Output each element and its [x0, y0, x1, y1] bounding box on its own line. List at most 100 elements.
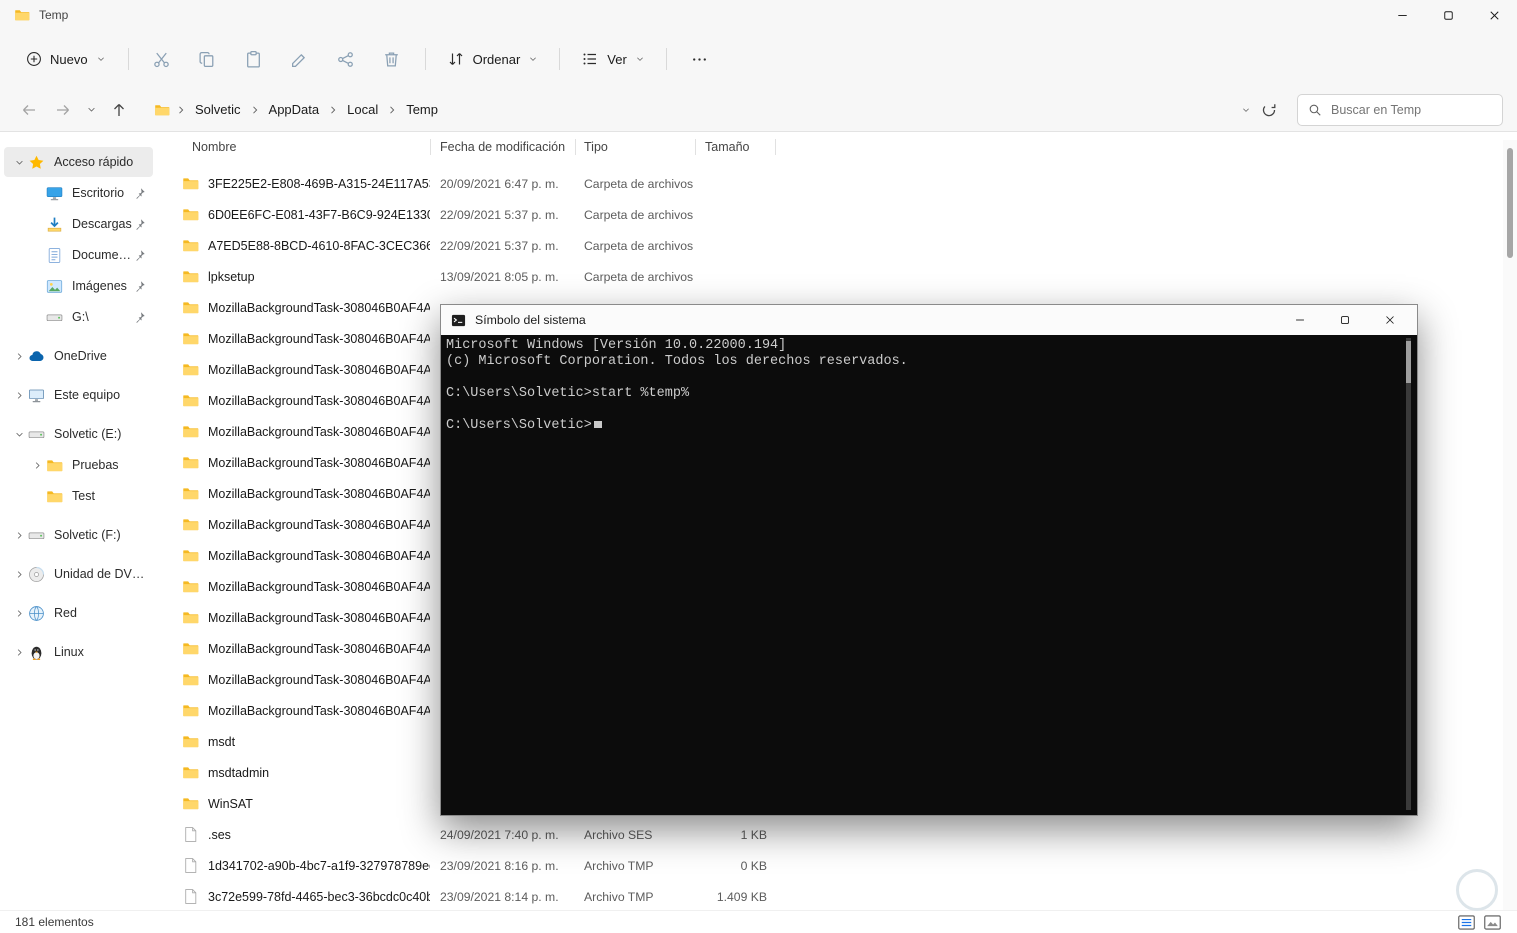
column-header-tipo[interactable]: Tipo — [575, 132, 695, 162]
copy-button[interactable] — [185, 41, 231, 77]
up-button[interactable] — [102, 94, 136, 126]
close-button[interactable] — [1471, 0, 1517, 30]
file-name-cell: MozillaBackgroundTask-308046B0AF4A3... — [157, 385, 430, 416]
computer-icon — [28, 387, 45, 404]
sidebar-item-este-equipo[interactable]: Este equipo — [4, 380, 153, 410]
sidebar-item-label: Linux — [54, 645, 84, 659]
cmd-scrollbar-track[interactable] — [1406, 338, 1411, 810]
sidebar-item-onedrive[interactable]: OneDrive — [4, 341, 153, 371]
chevron-right-icon[interactable] — [28, 458, 46, 472]
view-button[interactable]: Ver — [570, 42, 656, 76]
file-name: MozillaBackgroundTask-308046B0AF4A3... — [208, 579, 430, 594]
sidebar-item-pruebas[interactable]: Pruebas — [4, 450, 153, 480]
column-header-fecha[interactable]: Fecha de modificación — [430, 132, 575, 162]
folder-icon — [182, 330, 199, 347]
cmd-window-controls — [1282, 305, 1417, 335]
desktop-icon — [46, 185, 63, 202]
cmd-maximize-button[interactable] — [1327, 305, 1372, 335]
search-input[interactable] — [1331, 102, 1492, 117]
chevron-down-icon[interactable] — [10, 155, 28, 169]
sidebar-item-escritorio[interactable]: Escritorio — [4, 178, 153, 208]
chevron-right-icon[interactable] — [10, 528, 28, 542]
file-row[interactable]: .ses 24/09/2021 7:40 p. m. Archivo SES 1 KB — [157, 819, 1503, 850]
scrollbar-thumb[interactable] — [1507, 148, 1513, 258]
cmd-title-bar[interactable]: Símbolo del sistema — [441, 305, 1417, 335]
sidebar-item-linux[interactable]: Linux — [4, 637, 153, 667]
sidebar-item-unidad-de-dvd-d[interactable]: Unidad de DVD (D:) — [4, 559, 153, 589]
chevron-placeholder — [28, 310, 46, 324]
new-button-label: Nuevo — [50, 51, 88, 67]
minimize-button[interactable] — [1379, 0, 1425, 30]
back-button[interactable] — [12, 94, 46, 126]
file-size: 0 KB — [740, 858, 767, 873]
maximize-button[interactable] — [1425, 0, 1471, 30]
chevron-right-icon[interactable] — [10, 349, 28, 363]
chevron-right-icon[interactable] — [10, 388, 28, 402]
sidebar-item-documentos[interactable]: Documentos — [4, 240, 153, 270]
file-name: 3c72e599-78fd-4465-bec3-36bcdc0c40b2... — [208, 889, 430, 904]
cmd-minimize-button[interactable] — [1282, 305, 1327, 335]
forward-button[interactable] — [46, 94, 80, 126]
column-header-nombre[interactable]: Nombre — [157, 132, 430, 162]
cmd-console[interactable]: Microsoft Windows [Versión 10.0.22000.19… — [441, 335, 1417, 815]
more-options-button[interactable] — [677, 41, 723, 77]
drive-icon — [28, 426, 45, 443]
file-row[interactable]: 1d341702-a90b-4bc7-a1f9-327978789ec3... 2… — [157, 850, 1503, 881]
file-date: 13/09/2021 8:05 p. m. — [440, 269, 559, 284]
sidebar-item-solvetic-f[interactable]: Solvetic (F:) — [4, 520, 153, 550]
refresh-button[interactable] — [1261, 102, 1277, 118]
sidebar-item-g[interactable]: G:\ — [4, 302, 153, 332]
cmd-console-text: Microsoft Windows [Versión 10.0.22000.19… — [446, 338, 1399, 434]
file-explorer-window: Temp Nuevo Ordenar Ver Solvetic AppData … — [0, 0, 1517, 933]
folder-icon — [182, 547, 199, 564]
pictures-icon — [46, 278, 63, 295]
search-box[interactable] — [1297, 93, 1503, 126]
chevron-right-icon[interactable] — [10, 606, 28, 620]
sidebar-item-test[interactable]: Test — [4, 481, 153, 511]
breadcrumb-item-local[interactable]: Local — [340, 98, 385, 121]
cut-button[interactable] — [139, 41, 185, 77]
file-row[interactable]: lpksetup 13/09/2021 8:05 p. m. Carpeta de … — [157, 261, 1503, 292]
rename-button[interactable] — [277, 41, 323, 77]
sidebar-item-descargas[interactable]: Descargas — [4, 209, 153, 239]
cmd-close-button[interactable] — [1372, 305, 1417, 335]
recent-locations-button[interactable] — [80, 94, 102, 126]
breadcrumb-item-appdata[interactable]: AppData — [262, 98, 327, 121]
breadcrumb[interactable]: Solvetic AppData Local Temp — [144, 93, 1287, 127]
file-row[interactable]: 3FE225E2-E808-469B-A315-24E117A53CC4 20/0… — [157, 168, 1503, 199]
sidebar-item-imágenes[interactable]: Imágenes — [4, 271, 153, 301]
cmd-line: (c) Microsoft Corporation. Todos los der… — [446, 354, 908, 369]
column-header-tamano[interactable]: Tamaño — [695, 132, 775, 162]
sidebar-item-label: Descargas — [72, 217, 132, 231]
sidebar-item-acceso-rápido[interactable]: Acceso rápido — [4, 147, 153, 177]
details-view-icon[interactable] — [1457, 913, 1476, 932]
file-name: MozillaBackgroundTask-308046B0AF4A3... — [208, 393, 430, 408]
file-row[interactable]: 6D0EE6FC-E081-43F7-B6C9-924E13307C33 22/0… — [157, 199, 1503, 230]
chevron-right-icon[interactable] — [10, 645, 28, 659]
column-headers: Nombre Fecha de modificación Tipo Tamaño — [157, 132, 1503, 162]
cmd-scrollbar-thumb[interactable] — [1406, 341, 1411, 383]
sort-button[interactable]: Ordenar — [436, 42, 550, 76]
delete-button[interactable] — [369, 41, 415, 77]
chevron-right-icon[interactable] — [10, 567, 28, 581]
file-name: MozillaBackgroundTask-308046B0AF4A3... — [208, 486, 430, 501]
file-name-cell: MozillaBackgroundTask-308046B0AF4A3... — [157, 416, 430, 447]
chevron-right-icon — [327, 104, 339, 116]
sidebar-item-solvetic-e[interactable]: Solvetic (E:) — [4, 419, 153, 449]
paste-button[interactable] — [231, 41, 277, 77]
scrollbar-track[interactable] — [1503, 140, 1517, 910]
new-button[interactable]: Nuevo — [14, 43, 118, 75]
file-row[interactable]: 3c72e599-78fd-4465-bec3-36bcdc0c40b2... 2… — [157, 881, 1503, 910]
chevron-down-icon[interactable] — [10, 427, 28, 441]
view-button-label: Ver — [607, 51, 627, 67]
close-icon — [1383, 313, 1397, 327]
breadcrumb-item-temp[interactable]: Temp — [399, 98, 445, 121]
thumbnail-view-icon[interactable] — [1483, 913, 1502, 932]
cmd-window[interactable]: Símbolo del sistema Microsoft Windows [V… — [440, 304, 1418, 816]
share-button[interactable] — [323, 41, 369, 77]
chevron-down-icon — [86, 104, 97, 115]
sidebar-item-red[interactable]: Red — [4, 598, 153, 628]
breadcrumb-item-solvetic[interactable]: Solvetic — [188, 98, 248, 121]
file-row[interactable]: A7ED5E88-8BCD-4610-8FAC-3CEC366DA... 22/0… — [157, 230, 1503, 261]
address-dropdown-button[interactable] — [1241, 105, 1251, 115]
